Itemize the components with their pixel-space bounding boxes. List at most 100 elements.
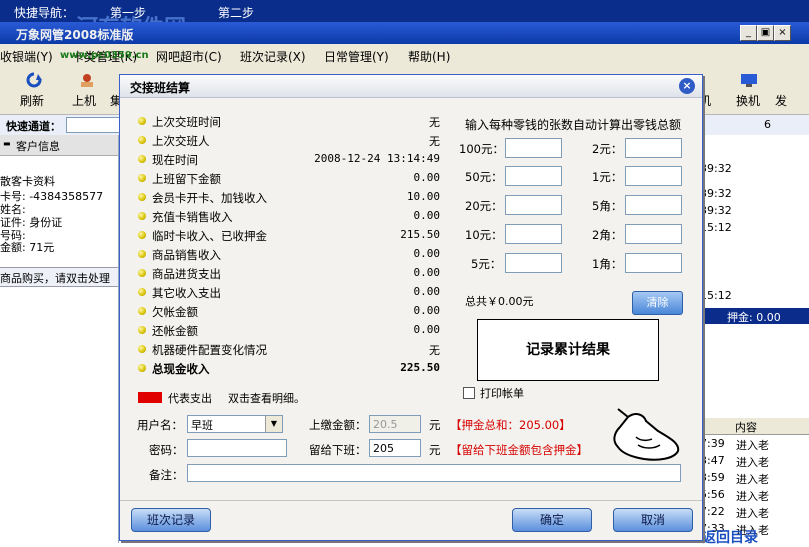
bullet-icon — [138, 174, 146, 182]
row-label: 上次交班时间 — [152, 115, 221, 129]
summary-row[interactable]: 还帐金额 0.00 — [134, 321, 440, 340]
change-total: 总共￥0.00元 — [465, 295, 534, 308]
settlement-summary: 上次交班时间无 上次交班人无 现在时间 2008-12-24 13:14:49 上… — [134, 112, 440, 378]
summary-row[interactable]: 现在时间 2008-12-24 13:14:49 — [134, 150, 440, 169]
clear-button[interactable]: 清除 — [632, 291, 683, 315]
row-value: 10.00 — [406, 190, 440, 203]
log-time-3: 3:59 — [700, 471, 725, 484]
row-value: 0.00 — [413, 285, 441, 298]
bullet-icon — [138, 288, 146, 296]
log-content-3: 进入老 — [736, 473, 769, 486]
quick-channel-label: 快速通道： — [6, 120, 61, 133]
row-value: 无 — [429, 135, 440, 148]
denom-1jiao-label: 1角： — [592, 257, 623, 271]
denom-2-input[interactable] — [625, 138, 682, 158]
summary-row[interactable]: 临时卡收入、已收押金 215.50 — [134, 226, 440, 245]
shift-history-button[interactable]: 班次记录 — [131, 508, 211, 532]
bullet-icon — [138, 269, 146, 277]
row-label: 上次交班人 — [152, 134, 210, 148]
right-time-2: 39:32 — [700, 187, 732, 200]
user-select[interactable]: 早班 ▼ — [187, 415, 283, 433]
row-label: 还帐金额 — [152, 324, 198, 338]
refresh-icon — [25, 72, 43, 88]
watermark-url: www.pc0359.cn — [60, 50, 149, 61]
minimize-button[interactable]: _ — [740, 25, 757, 41]
summary-row[interactable]: 机器硬件配置变化情况 无 — [134, 340, 440, 359]
print-bill-checkbox[interactable] — [463, 387, 475, 399]
customer-panel-header[interactable]: ▬ 客户信息 — [0, 135, 118, 156]
summary-row[interactable]: 商品进货支出 0.00 — [134, 264, 440, 283]
quick-nav-label: 快捷导航： — [14, 6, 75, 20]
denom-20-input[interactable] — [505, 195, 562, 215]
password-input[interactable] — [187, 439, 287, 457]
denom-50-input[interactable] — [505, 166, 562, 186]
menu-shifts[interactable]: 班次记录(X) — [240, 48, 306, 65]
switch-icon — [740, 72, 758, 88]
summary-row[interactable]: 充值卡销售收入 0.00 — [134, 207, 440, 226]
denom-100-input[interactable] — [505, 138, 562, 158]
close-app-button[interactable]: × — [774, 25, 791, 41]
right-time-1: 39:32 — [700, 162, 732, 175]
ok-button[interactable]: 确定 — [512, 508, 592, 532]
menu-market[interactable]: 网吧超市(C) — [156, 48, 222, 65]
back-link[interactable]: 返回目录 — [702, 527, 758, 547]
denom-10-input[interactable] — [505, 224, 562, 244]
menu-cashier[interactable]: 收银端(Y) — [0, 48, 53, 65]
pointing-hand-icon — [588, 407, 688, 470]
summary-row[interactable]: 会员卡开卡、加钱收入 10.00 — [134, 188, 440, 207]
summary-row[interactable]: 上次交班时间 无 — [134, 112, 440, 131]
print-bill-label: 打印帐单 — [480, 387, 524, 400]
row-label: 商品销售收入 — [152, 248, 221, 262]
row-value: 0.00 — [413, 171, 441, 184]
summary-row[interactable]: 上班留下金额 0.00 — [134, 169, 440, 188]
summary-row[interactable]: 欠帐金额 0.00 — [134, 302, 440, 321]
online-button[interactable]: 上机 — [72, 92, 96, 109]
denom-2jiao-input[interactable] — [625, 224, 682, 244]
denom-5jiao-input[interactable] — [625, 195, 682, 215]
log-time-2: 3:47 — [700, 454, 725, 467]
log-header-content: 内容 — [735, 421, 757, 434]
summary-row[interactable]: 上次交班人 无 — [134, 131, 440, 150]
menu-bar: 收银端(Y) 卡类管理(K) 网吧超市(C) 班次记录(X) 日常管理(Y) 帮… — [0, 44, 809, 67]
bullet-icon — [138, 212, 146, 220]
leave-input[interactable]: 205 — [369, 439, 421, 457]
customer-panel-title: 客户信息 — [16, 140, 60, 153]
denom-1jiao-input[interactable] — [625, 253, 682, 273]
switch-button[interactable]: 换机 — [736, 92, 760, 109]
purchase-hint[interactable]: 商品购买，请双击处理 — [0, 267, 118, 287]
bullet-icon — [138, 307, 146, 315]
menu-daily[interactable]: 日常管理(Y) — [324, 48, 389, 65]
cancel-button[interactable]: 取消 — [613, 508, 693, 532]
chevron-down-icon: ▼ — [265, 416, 282, 432]
denom-20-label: 20元： — [465, 199, 503, 213]
denom-1-input[interactable] — [625, 166, 682, 186]
bullet-icon — [138, 193, 146, 201]
refresh-button[interactable]: 刷新 — [20, 92, 44, 109]
leave-unit: 元 — [429, 443, 441, 457]
row-label: 机器硬件配置变化情况 — [152, 343, 267, 357]
record-result-button[interactable]: 记录累计结果 — [477, 319, 659, 381]
dialog-close-button[interactable]: × — [679, 78, 695, 94]
restore-button[interactable]: ▣ — [757, 25, 774, 41]
denom-5-input[interactable] — [505, 253, 562, 273]
quick-nav-bar: 快捷导航： 第一步 第二步 河东软件网 — [0, 0, 809, 41]
log-time-1: 7:39 — [700, 437, 725, 450]
step-two-link[interactable]: 第二步 — [218, 4, 254, 21]
row-label: 上班留下金额 — [152, 172, 221, 186]
leave-amount-note: 【留给下班金额包含押金】 — [450, 443, 588, 457]
row-value: 无 — [429, 344, 440, 357]
paid-input[interactable]: 20.5 — [369, 415, 421, 433]
quick-channel-input[interactable] — [66, 117, 120, 133]
user-label: 用户名： — [137, 418, 183, 432]
app-title: 万象网管2008标准版 — [16, 28, 134, 42]
summary-row[interactable]: 商品销售收入 0.00 — [134, 245, 440, 264]
card-title: 散客卡资料 — [0, 175, 55, 188]
row-value: 2008-12-24 13:14:49 — [314, 152, 440, 165]
card-balance: 金额: 71元 — [0, 241, 55, 254]
log-time-5: 7:22 — [700, 505, 725, 518]
menu-help[interactable]: 帮助(H) — [408, 48, 450, 65]
log-content-1: 进入老 — [736, 439, 769, 452]
row-value: 0.00 — [413, 304, 441, 317]
denom-50-label: 50元： — [465, 170, 503, 184]
summary-row[interactable]: 其它收入支出 0.00 — [134, 283, 440, 302]
